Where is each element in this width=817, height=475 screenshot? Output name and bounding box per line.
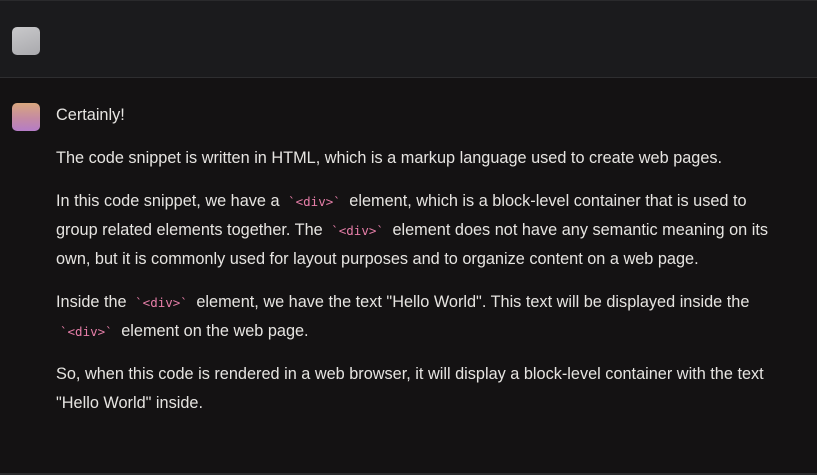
inline-code: `<div>` <box>135 295 188 310</box>
inline-code: `<div>` <box>331 223 384 238</box>
paragraph-text: In this code snippet, we have a <box>56 192 285 210</box>
user-avatar <box>12 27 40 55</box>
paragraph-text: element, we have the text "Hello World".… <box>191 293 750 311</box>
assistant-message-body: Certainly! The code snippet is written i… <box>56 101 781 432</box>
inline-code: `<div>` <box>288 194 341 209</box>
message-paragraph-5: So, when this code is rendered in a web … <box>56 365 764 412</box>
chat-page: Certainly! The code snippet is written i… <box>0 0 817 475</box>
user-message-row <box>0 0 817 78</box>
message-paragraph-4: Inside the `<div>` element, we have the … <box>56 288 781 346</box>
inline-code: `<div>` <box>60 324 113 339</box>
message-paragraph-2: The code snippet is written in HTML, whi… <box>56 149 723 167</box>
message-paragraph-3: In this code snippet, we have a `<div>` … <box>56 187 781 274</box>
assistant-avatar <box>12 103 40 131</box>
paragraph-text: element on the web page. <box>116 322 309 340</box>
paragraph-text: Inside the <box>56 293 132 311</box>
message-paragraph-1: Certainly! <box>56 106 125 124</box>
assistant-message-row: Certainly! The code snippet is written i… <box>0 78 817 473</box>
